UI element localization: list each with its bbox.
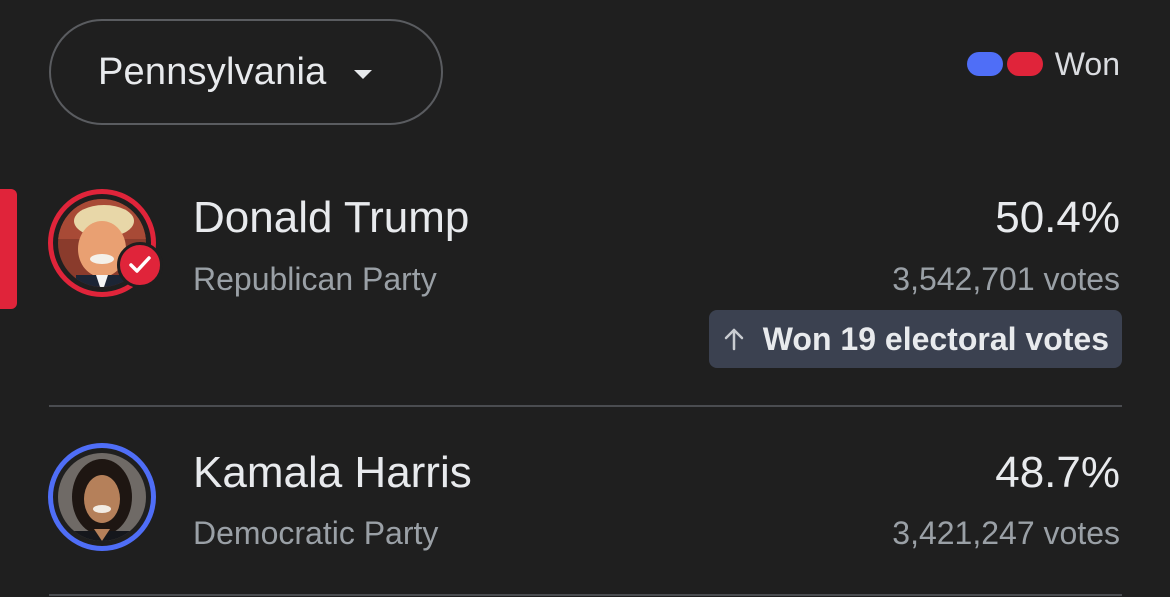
candidate-percent: 50.4% bbox=[995, 193, 1120, 242]
candidate-name: Donald Trump bbox=[193, 193, 470, 242]
candidate-party: Democratic Party bbox=[193, 515, 439, 551]
winner-accent-bar bbox=[0, 189, 17, 309]
candidate-percent: 48.7% bbox=[995, 448, 1120, 497]
electoral-votes-text: Won 19 electoral votes bbox=[762, 320, 1109, 357]
legend-label: Won bbox=[1054, 45, 1120, 82]
winner-check-icon bbox=[117, 242, 163, 288]
democrat-color-swatch bbox=[966, 52, 1003, 76]
candidate-party: Republican Party bbox=[193, 261, 437, 297]
arrow-up-icon bbox=[723, 327, 745, 351]
candidate-votes: 3,421,247 votes bbox=[892, 515, 1120, 551]
republican-color-swatch bbox=[1006, 52, 1043, 76]
candidate-votes: 3,542,701 votes bbox=[892, 261, 1120, 297]
harris-photo bbox=[58, 453, 146, 541]
row-divider bbox=[49, 405, 1122, 407]
caret-down-icon bbox=[354, 69, 373, 79]
row-divider bbox=[49, 594, 1122, 596]
candidate-avatar-harris[interactable] bbox=[48, 443, 156, 551]
electoral-votes-chip: Won 19 electoral votes bbox=[708, 310, 1122, 368]
candidate-name: Kamala Harris bbox=[193, 448, 472, 497]
won-legend: Won bbox=[966, 44, 1120, 84]
candidate-avatar-trump[interactable] bbox=[48, 189, 163, 297]
state-dropdown[interactable]: Pennsylvania bbox=[49, 19, 443, 125]
state-dropdown-label: Pennsylvania bbox=[98, 50, 327, 93]
